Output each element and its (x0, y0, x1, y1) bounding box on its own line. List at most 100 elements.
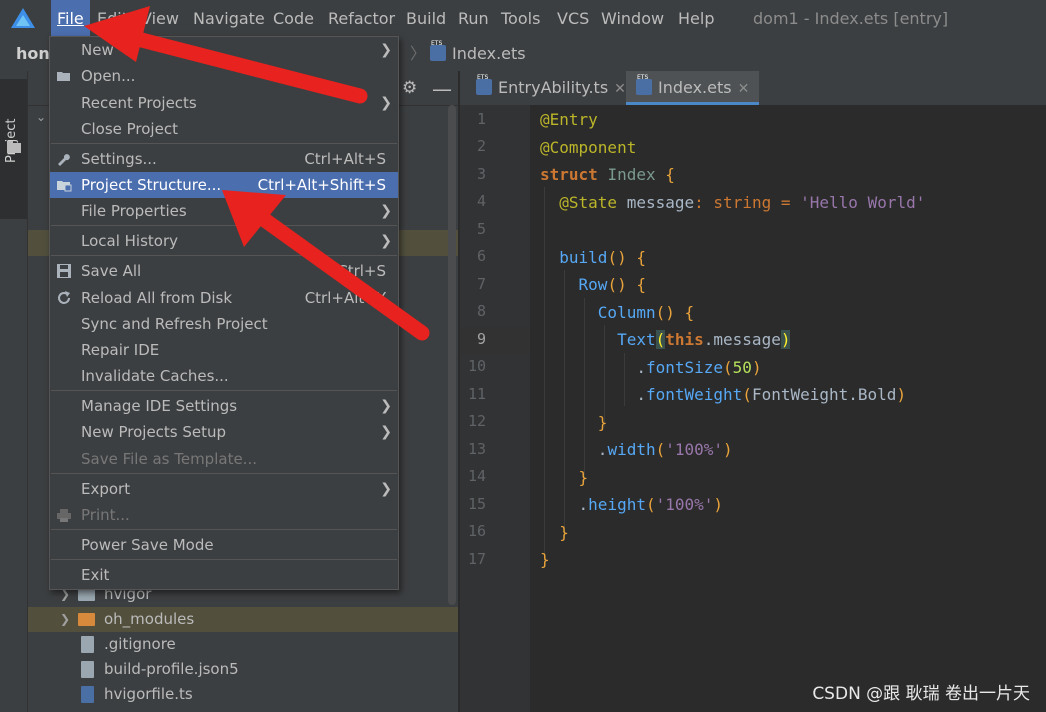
tree-row-hvigorfile[interactable]: hvigorfile.ts (28, 682, 458, 707)
code-line-17: } (540, 550, 550, 569)
menu-item-settings[interactable]: Settings... Ctrl+Alt+S (50, 146, 398, 172)
project-panel-scrollbar[interactable] (448, 105, 456, 605)
menu-item-local-history[interactable]: Local History ❯ (50, 228, 398, 254)
close-icon[interactable]: ✕ (614, 81, 626, 97)
code-line-2: @Component (540, 138, 637, 157)
minimize-icon[interactable]: — (432, 77, 452, 101)
folder-open-icon (57, 72, 70, 81)
menu-code[interactable]: Code (273, 0, 314, 37)
expand-arrow-icon[interactable]: ❯ (60, 607, 70, 632)
line-number: 14 (467, 467, 486, 485)
code-line-11: .fontWeight(FontWeight.Bold) (636, 385, 907, 404)
menu-separator (51, 529, 397, 530)
menu-item-manage-ide-settings[interactable]: Manage IDE Settings ❯ (50, 393, 398, 419)
breadcrumb-file[interactable]: 〉Index.ets (410, 27, 526, 71)
line-number: 12 (467, 412, 486, 430)
code-editor[interactable]: @Entry @Component struct Index { @State … (530, 105, 1046, 712)
project-structure-icon (57, 181, 72, 192)
code-line-6: build() { (559, 248, 646, 267)
code-line-16: } (559, 523, 569, 542)
ts-file-icon (476, 61, 492, 95)
menu-item-project-structure[interactable]: Project Structure... Ctrl+Alt+Shift+S (50, 172, 398, 198)
line-number-current: 9 (476, 330, 486, 348)
menu-separator (51, 559, 397, 560)
line-number: 6 (476, 247, 486, 265)
code-line-1: @Entry (540, 110, 598, 129)
tree-row-gitignore[interactable]: .gitignore (28, 632, 458, 657)
line-number: 3 (476, 165, 486, 183)
menu-window[interactable]: Window (601, 0, 664, 37)
menu-item-invalidate-caches[interactable]: Invalidate Caches... (50, 363, 398, 389)
menu-item-close-project[interactable]: Close Project (50, 116, 398, 142)
menu-item-sync-refresh[interactable]: Sync and Refresh Project (50, 311, 398, 337)
watermark: CSDN @跟 耿瑞 卷出一片天 (812, 684, 1030, 704)
menu-edit[interactable]: Edit (97, 0, 128, 37)
menu-item-export[interactable]: Export ❯ (50, 476, 398, 502)
menu-item-repair-ide[interactable]: Repair IDE (50, 337, 398, 363)
menu-item-power-save[interactable]: Power Save Mode (50, 532, 398, 558)
line-number: 10 (467, 357, 486, 375)
line-number: 2 (476, 137, 486, 155)
menu-file[interactable]: File (51, 0, 90, 37)
menu-separator (51, 225, 397, 226)
menu-item-save-as-template: Save File as Template... (81, 450, 257, 468)
menu-vcs[interactable]: VCS (557, 0, 589, 37)
menu-navigate[interactable]: Navigate (193, 0, 265, 37)
menu-item-open[interactable]: Open... (50, 63, 398, 89)
menu-item-save-all[interactable]: Save All Ctrl+S (50, 258, 398, 284)
menu-separator (51, 143, 397, 144)
menu-separator (51, 255, 397, 256)
close-icon[interactable]: ✕ (738, 81, 750, 97)
chevron-right-icon: ❯ (380, 398, 392, 414)
code-line-10: .fontSize(50) (636, 358, 762, 377)
tab-entryability[interactable]: EntryAbility.ts✕ (466, 61, 636, 105)
line-number: 15 (467, 495, 486, 513)
ts-file-icon (81, 686, 94, 703)
line-number: 8 (476, 302, 486, 320)
code-line-9: Text(this.message) (617, 330, 791, 349)
folder-icon (78, 613, 95, 626)
file-icon (81, 636, 94, 653)
menu-item-file-properties[interactable]: File Properties ❯ (50, 198, 398, 224)
code-line-12: } (597, 413, 608, 432)
menu-item-recent-projects[interactable]: Recent Projects ❯ (50, 90, 398, 116)
line-number: 5 (476, 220, 486, 238)
editor-tab-bar: EntryAbility.ts✕ Index.ets✕ (460, 61, 1046, 106)
code-line-14: } (578, 468, 589, 487)
menu-view[interactable]: View (141, 0, 179, 37)
menu-item-print: Print... (50, 502, 398, 528)
file-menu-dropdown: New ❯ Open... Recent Projects ❯ Close Proj… (49, 36, 399, 590)
menu-item-new[interactable]: New ❯ (50, 37, 398, 63)
menu-item-reload-all[interactable]: Reload All from Disk Ctrl+Alt+Y (50, 285, 398, 311)
code-line-4: @State message: string = 'Hello World' (559, 193, 926, 212)
chevron-right-icon: ❯ (380, 233, 392, 249)
save-icon (57, 264, 71, 278)
project-tool-tab[interactable]: Project (0, 79, 27, 219)
chevron-right-icon: ❯ (380, 424, 392, 440)
menu-refactor[interactable]: Refactor (328, 0, 395, 37)
menu-tools[interactable]: Tools (501, 0, 540, 37)
code-line-3: struct Index { (540, 165, 675, 184)
code-line-8: Column() { (597, 303, 695, 322)
wrench-icon (58, 154, 70, 166)
line-number: 16 (467, 522, 486, 540)
chevron-right-icon: ❯ (380, 42, 392, 58)
menu-help[interactable]: Help (678, 0, 714, 37)
tree-row-build-profile[interactable]: build-profile.json5 (28, 657, 458, 682)
line-number: 7 (476, 275, 486, 293)
reload-icon (58, 291, 70, 304)
gear-icon[interactable]: ⚙ (402, 78, 417, 98)
menu-separator (51, 390, 397, 391)
menu-item-exit[interactable]: Exit (50, 562, 398, 588)
tab-index-ets[interactable]: Index.ets✕ (626, 61, 760, 105)
menu-item-new-projects-setup[interactable]: New Projects Setup ❯ (50, 419, 398, 445)
json-file-icon (81, 661, 94, 678)
menu-separator (51, 473, 397, 474)
tool-window-strip: Project (0, 71, 28, 712)
tree-row-oh-modules[interactable]: ❯ oh_modules (28, 607, 458, 632)
app-logo-icon (11, 8, 35, 28)
menu-run[interactable]: Run (458, 0, 489, 37)
folder-icon (7, 141, 21, 153)
line-number: 4 (476, 192, 486, 210)
line-number: 11 (467, 385, 486, 403)
